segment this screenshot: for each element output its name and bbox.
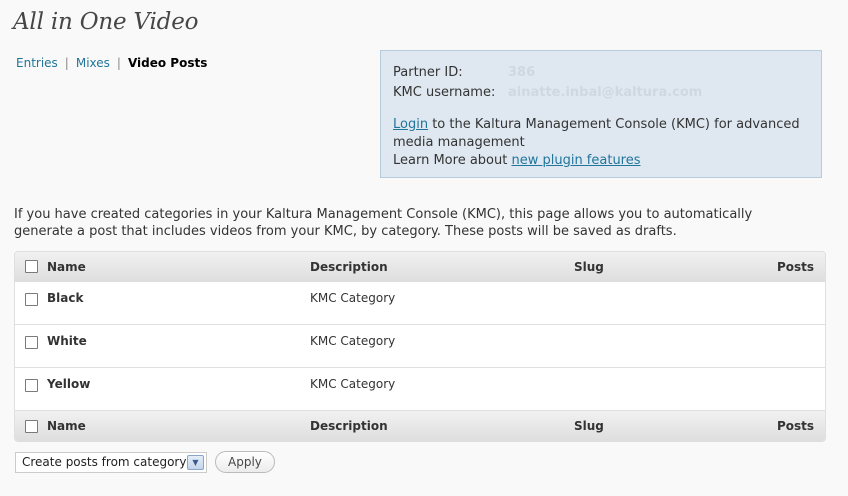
category-name: Yellow	[47, 377, 91, 391]
learn-more-paragraph: Learn More about new plugin features	[393, 152, 809, 170]
category-name: Black	[47, 291, 84, 305]
category-description: KMC Category	[310, 291, 396, 305]
table-footer: Name Description Slug Posts	[15, 411, 825, 441]
select-all-cell	[15, 419, 47, 433]
subnav-separator: |	[116, 56, 121, 70]
subnav-video-posts-current[interactable]: Video Posts	[128, 56, 207, 70]
kmc-username-label: KMC username:	[393, 85, 496, 100]
intro-text: If you have created categories in your K…	[14, 207, 753, 239]
table-row: Yellow KMC Category	[15, 368, 825, 411]
select-all-checkbox[interactable]	[25, 260, 38, 273]
bulk-actions: Create posts from category ▼ Apply	[15, 451, 275, 473]
subnav-mixes-link[interactable]: Mixes	[76, 56, 110, 70]
sub-navigation: Entries | Mixes | Video Posts	[16, 56, 207, 70]
subnav-separator: |	[64, 56, 69, 70]
select-all-cell	[15, 260, 47, 273]
partner-id-label: Partner ID:	[393, 65, 463, 80]
table-header: Name Description Slug Posts	[15, 252, 825, 282]
row-checkbox-cell	[15, 291, 47, 306]
column-slug-footer[interactable]: Slug	[574, 419, 724, 433]
row-checkbox[interactable]	[25, 336, 38, 349]
category-name: White	[47, 334, 87, 348]
table-row: White KMC Category	[15, 325, 825, 368]
login-description: to the Kaltura Management Console (KMC) …	[393, 117, 800, 150]
column-description-footer[interactable]: Description	[310, 419, 574, 433]
chevron-down-icon[interactable]: ▼	[187, 454, 204, 470]
partner-id-row: Partner ID: 386	[393, 64, 809, 84]
table-row: Black KMC Category	[15, 282, 825, 325]
row-checkbox-cell	[15, 377, 47, 392]
new-plugin-features-link[interactable]: new plugin features	[511, 153, 640, 168]
subnav-entries-link[interactable]: Entries	[16, 56, 58, 70]
column-name-footer[interactable]: Name	[47, 419, 310, 433]
categories-table: Name Description Slug Posts Black KMC Ca…	[14, 251, 826, 442]
apply-button[interactable]: Apply	[215, 451, 275, 473]
column-posts-header[interactable]: Posts	[724, 260, 825, 274]
bulk-action-selected-value: Create posts from category	[22, 455, 187, 469]
login-paragraph: Login to the Kaltura Management Console …	[393, 116, 809, 152]
select-all-checkbox[interactable]	[25, 419, 38, 433]
kmc-username-row: KMC username: ainatte.inbal@kaltura.com	[393, 84, 809, 104]
column-slug-header[interactable]: Slug	[574, 260, 724, 274]
row-checkbox[interactable]	[25, 293, 38, 306]
row-checkbox-cell	[15, 334, 47, 349]
kmc-login-link[interactable]: Login	[393, 117, 428, 132]
column-name-header[interactable]: Name	[47, 260, 310, 274]
partner-id-value: 386	[508, 65, 536, 80]
column-description-header[interactable]: Description	[310, 260, 574, 274]
learn-more-text: Learn More about	[393, 153, 512, 168]
page-title: All in One Video	[13, 9, 199, 35]
category-description: KMC Category	[310, 377, 396, 391]
kmc-info-box: Partner ID: 386 KMC username: ainatte.in…	[380, 50, 822, 178]
category-description: KMC Category	[310, 334, 396, 348]
column-posts-footer[interactable]: Posts	[724, 419, 825, 433]
row-checkbox[interactable]	[25, 379, 38, 392]
bulk-action-select[interactable]: Create posts from category ▼	[15, 451, 207, 473]
kmc-username-value: ainatte.inbal@kaltura.com	[508, 85, 703, 100]
